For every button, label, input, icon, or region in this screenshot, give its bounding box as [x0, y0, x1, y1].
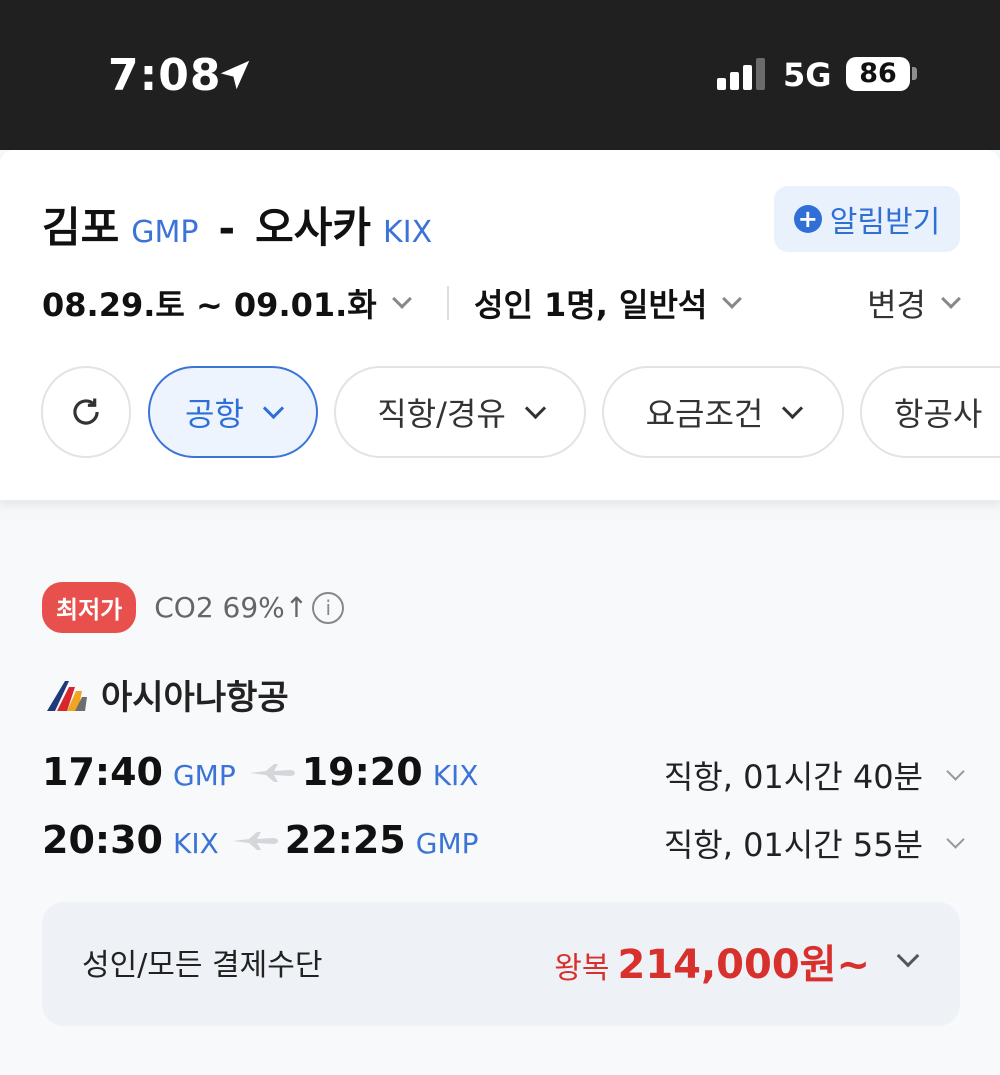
departure-airport: KIX: [172, 827, 219, 860]
filter-label: 직항/경유: [377, 395, 506, 433]
signal-icon: [717, 58, 769, 90]
filter-direct-transfer[interactable]: 직항/경유: [334, 366, 586, 458]
refresh-button[interactable]: [41, 366, 131, 458]
arrival-airport: GMP: [415, 827, 479, 860]
airline-name: 아시아나항공: [101, 678, 289, 718]
leg-duration: 직항, 01시간 55분: [663, 826, 923, 864]
date-range: 08.29.토 ~ 09.01.화: [42, 286, 377, 324]
flight-result-card[interactable]: 최저가 CO2 69%↑ i 아시아나항공 17:40 GMP 19:20 KI…: [0, 520, 1000, 1075]
price-condition: 성인/모든 결제수단: [82, 948, 323, 983]
origin-code: GMP: [131, 215, 199, 250]
airplane-icon: [232, 832, 278, 850]
status-bar: 7:08 5G 86: [0, 0, 1000, 150]
filter-airport[interactable]: 공항: [148, 366, 318, 458]
co2-indicator: CO2 69%↑: [154, 591, 309, 624]
info-icon[interactable]: i: [312, 591, 345, 624]
route-separator: -: [218, 206, 236, 252]
chevron-down-icon: [782, 397, 804, 419]
departure-airport: GMP: [172, 759, 236, 792]
battery-icon: 86: [846, 57, 910, 91]
departure-time: 17:40: [42, 750, 163, 794]
date-selector[interactable]: 08.29.토 ~ 09.01.화: [42, 280, 412, 326]
leg-duration: 직항, 01시간 40분: [663, 758, 923, 796]
price-display: 왕복 214,000원~: [554, 932, 870, 990]
change-label: 변경: [867, 286, 926, 324]
lowest-price-badge: 최저가: [42, 582, 137, 633]
network-type: 5G: [783, 56, 832, 94]
passenger-info: 성인 1명, 일반석: [474, 286, 708, 324]
arrival-time: 22:25: [284, 818, 406, 862]
filter-fare-conditions[interactable]: 요금조건: [602, 366, 844, 458]
return-leg[interactable]: 20:30 KIX 22:25 GMP 직항, 01시간 55분: [42, 818, 965, 868]
location-arrow-icon: [220, 60, 250, 90]
search-header: 김포 GMP - 오사카 KIX + 알림받기 08.29.토 ~ 09.01.…: [0, 150, 1000, 500]
origin-city: 김포: [42, 203, 120, 252]
plus-circle-icon: +: [793, 205, 822, 233]
arrival-time: 19:20: [301, 750, 423, 794]
dest-code: KIX: [383, 215, 433, 250]
chevron-down-icon[interactable]: [896, 944, 920, 968]
price-amount: 214,000원~: [617, 942, 870, 988]
route-title[interactable]: 김포 GMP - 오사카 KIX: [42, 194, 432, 255]
search-summary: 08.29.토 ~ 09.01.화 성인 1명, 일반석 변경: [42, 280, 962, 330]
arrival-airport: KIX: [432, 759, 479, 792]
chevron-down-icon: [722, 289, 743, 309]
chevron-down-icon: [946, 761, 965, 781]
passenger-selector[interactable]: 성인 1명, 일반석: [474, 280, 743, 326]
dest-city: 오사카: [255, 203, 372, 252]
status-time: 7:08: [108, 50, 222, 101]
refresh-icon: [73, 398, 99, 425]
filter-label: 요금조건: [645, 395, 764, 433]
chevron-down-icon: [524, 397, 546, 419]
airplane-icon: [249, 764, 295, 782]
filter-label: 공항: [185, 395, 244, 433]
filter-label: 항공사: [894, 395, 983, 433]
airline-logo: [47, 680, 87, 711]
airline-row: 아시아나항공: [45, 670, 289, 719]
change-button[interactable]: 변경: [867, 280, 961, 326]
chevron-down-icon: [262, 397, 285, 419]
outbound-leg[interactable]: 17:40 GMP 19:20 KIX 직항, 01시간 40분: [42, 750, 965, 800]
departure-time: 20:30: [42, 818, 163, 862]
trip-type: 왕복: [554, 951, 610, 986]
alert-label: 알림받기: [829, 205, 941, 240]
battery-tip: [912, 67, 917, 80]
chevron-down-icon: [946, 829, 965, 849]
chevron-down-icon: [941, 289, 961, 309]
filter-airline[interactable]: 항공사: [860, 366, 1000, 458]
result-tags: 최저가 CO2 69%↑ i: [42, 582, 345, 633]
filter-bar: 공항 직항/경유 요금조건 항공사: [0, 366, 1000, 460]
price-box[interactable]: 성인/모든 결제수단 왕복 214,000원~: [42, 902, 960, 1026]
price-alert-button[interactable]: + 알림받기: [774, 186, 960, 252]
chevron-down-icon: [391, 289, 412, 309]
divider: [447, 286, 449, 320]
